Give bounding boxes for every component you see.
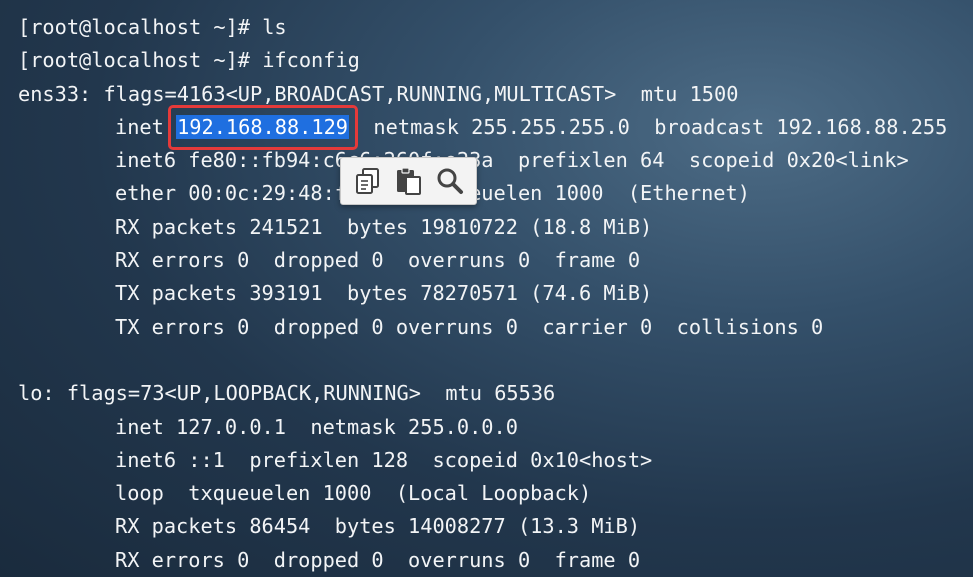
lo-loop-line: loop txqueuelen 1000 (Local Loopback) [115,481,592,506]
terminal-output[interactable]: [root@localhost ~]# ls [root@localhost ~… [18,11,968,577]
search-icon [437,168,463,194]
ens33-tx-errors-line: TX errors 0 dropped 0 overruns 0 carrier… [115,314,824,339]
lo-header: lo: flags=73<UP,LOOPBACK,RUNNING> mtu 65… [18,381,556,406]
ens33-inet-label: inet [115,114,177,139]
lo-rx-packets-line: RX packets 86454 bytes 14008277 (13.3 Mi… [115,514,641,539]
selected-ip-address[interactable]: 192.168.88.129 [176,114,350,139]
copy-button[interactable] [350,163,386,199]
ens33-inet6-line: inet6 fe80::fb94:c6c6:260f:e23a prefixle… [115,148,909,173]
ens33-tx-packets-line: TX packets 393191 bytes 78270571 (74.6 M… [115,281,653,306]
ens33-rx-packets-line: RX packets 241521 bytes 19810722 (18.8 M… [115,214,653,239]
copy-icon [355,168,379,194]
ens33-rx-errors-line: RX errors 0 dropped 0 overruns 0 frame 0 [115,248,641,273]
command-line-ls: [root@localhost ~]# ls [18,15,287,39]
paste-button[interactable] [391,163,427,199]
ens33-inet-rest: netmask 255.255.255.0 broadcast 192.168.… [349,114,948,139]
paste-icon [396,167,421,195]
lo-inet-line: inet 127.0.0.1 netmask 255.0.0.0 [115,414,518,439]
search-button[interactable] [432,163,468,199]
selection-toolbar [340,157,477,205]
lo-inet6-line: inet6 ::1 prefixlen 128 scopeid 0x10<hos… [115,447,653,472]
command-line-ifconfig: [root@localhost ~]# ifconfig [18,48,360,73]
ens33-header: ens33: flags=4163<UP,BROADCAST,RUNNING,M… [18,81,739,106]
ens33-ether-line: ether 00:0c:29:48:f4:bd txqueuelen 1000 … [115,181,750,206]
ens33-inet-line: inet 192.168.88.129 netmask 255.255.255.… [18,104,968,151]
lo-rx-errors-line: RX errors 0 dropped 0 overruns 0 frame 0 [115,547,641,572]
ip-address-highlight[interactable]: 192.168.88.129 [168,104,359,151]
